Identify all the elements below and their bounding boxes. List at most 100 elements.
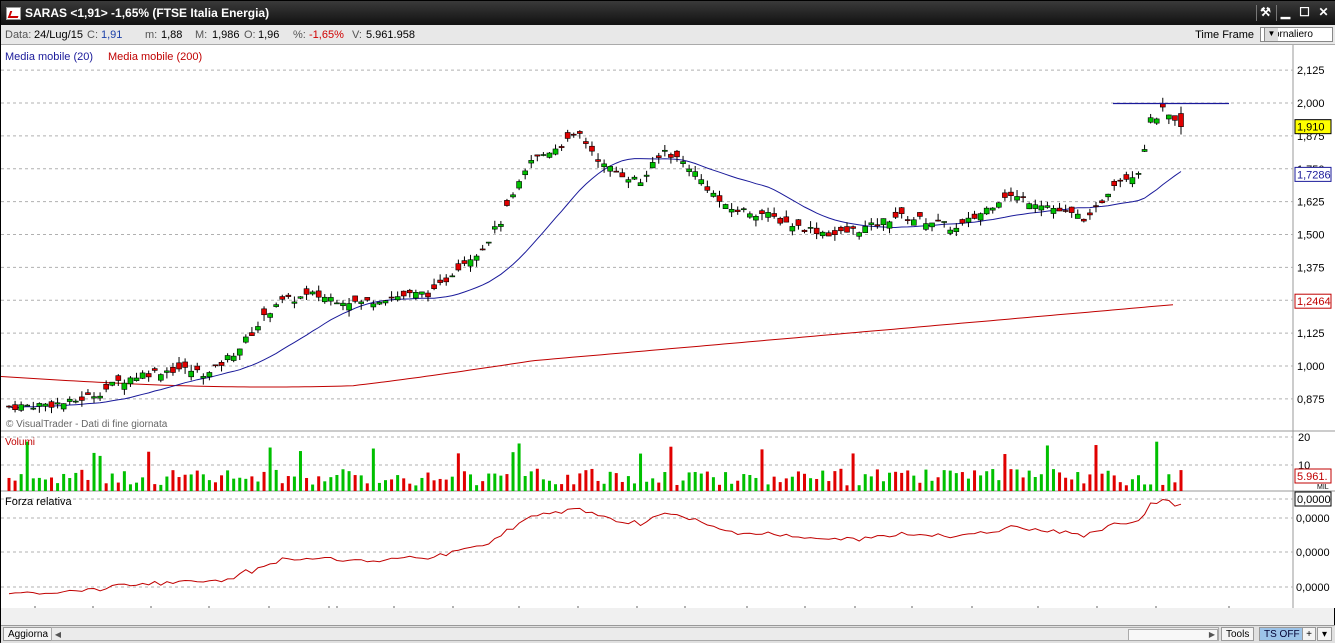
low-value: 1,88	[161, 29, 183, 41]
volume-bar	[657, 482, 661, 491]
volume-bar	[396, 475, 400, 491]
candle-body	[1038, 205, 1045, 211]
volume-bar	[1161, 484, 1165, 491]
candle-body	[747, 213, 753, 218]
candle-body	[291, 301, 298, 304]
volume-bar	[122, 471, 126, 491]
candle-body	[394, 296, 401, 301]
volume-bar	[116, 482, 120, 491]
candle-body	[492, 226, 498, 230]
tools-button[interactable]: Tools	[1221, 627, 1255, 641]
candle-body	[1020, 196, 1026, 198]
ts-off-button[interactable]: TS OFF	[1259, 627, 1305, 641]
candle-body	[1135, 173, 1142, 175]
candle-body	[485, 241, 492, 244]
volume-bar	[912, 475, 916, 491]
candle-body	[965, 217, 972, 223]
volume-bar	[128, 484, 132, 491]
candle-body	[819, 231, 826, 237]
volume-bar	[98, 455, 102, 491]
volume-bar	[578, 473, 582, 491]
volume-bar	[663, 472, 667, 491]
candle-body	[807, 227, 814, 229]
candle-body	[564, 132, 571, 139]
volume-bar	[881, 481, 885, 491]
candle-body	[127, 377, 134, 385]
candle-body	[261, 308, 267, 316]
add-button[interactable]: +	[1302, 627, 1316, 641]
candle-body	[923, 223, 929, 230]
volume-bar	[1118, 482, 1122, 491]
maximize-icon[interactable]: ☐	[1296, 5, 1313, 21]
price-tick-label: 0,875	[1297, 394, 1325, 406]
volume-bar	[560, 484, 564, 491]
volume-bar	[329, 477, 333, 491]
candle-body	[583, 141, 589, 144]
tool-icon[interactable]: ⚒	[1256, 5, 1274, 21]
volume-bar	[1051, 469, 1055, 491]
close-icon[interactable]: ✕	[1315, 5, 1332, 21]
volume-bar	[220, 475, 224, 491]
volume-bar	[705, 471, 709, 491]
candle-body	[546, 152, 553, 158]
candle-body	[1008, 191, 1014, 196]
candle-body	[953, 227, 960, 232]
volume-bar	[748, 474, 752, 491]
refresh-button[interactable]: Aggiorna	[3, 627, 54, 641]
volume-bar	[639, 453, 643, 491]
candle-body	[309, 291, 316, 295]
volume-bar	[256, 481, 260, 491]
bottom-bar: Aggiorna ◀ ▶ Tools TS OFF + ▾	[1, 625, 1335, 643]
scroll-thumb[interactable]	[1128, 629, 1218, 641]
candle-body	[364, 297, 371, 301]
chart-area[interactable]: 2,1252,0001,8751,7501,6251,5001,3751,250…	[0, 45, 1335, 623]
volume-bar	[165, 476, 169, 491]
candle-body	[267, 313, 273, 318]
window-title: SARAS <1,91> -1,65% (FTSE Italia Energia…	[25, 6, 270, 20]
menu-dropdown-button[interactable]: ▾	[1317, 627, 1332, 641]
chevron-down-icon[interactable]: ▼	[1264, 28, 1278, 41]
volume-bar	[790, 476, 794, 491]
candle-body	[285, 294, 292, 297]
volume-bar	[724, 472, 728, 491]
candle-body	[297, 296, 304, 299]
candle-body	[1074, 213, 1081, 219]
scroll-left-icon[interactable]: ◀	[52, 629, 64, 641]
volume-bar	[973, 470, 977, 491]
volume-bar	[699, 473, 703, 491]
candle-body	[273, 304, 279, 307]
volume-bar	[1112, 475, 1116, 491]
volume-bar	[1155, 441, 1159, 491]
volume-bar	[966, 478, 970, 491]
candle-body	[279, 296, 286, 300]
candle-body	[109, 381, 116, 386]
candle-body	[303, 288, 310, 295]
candle-body	[1056, 207, 1063, 212]
volume-bar	[851, 453, 855, 491]
price-tick-label: 1,500	[1297, 230, 1325, 242]
volume-bar	[317, 476, 321, 491]
scroll-right-icon[interactable]: ▶	[1206, 629, 1218, 641]
volume-bar	[56, 483, 60, 491]
candle-body	[783, 216, 790, 223]
timeframe-select[interactable]: Giornaliero ▼	[1260, 27, 1333, 42]
candle-body	[437, 279, 443, 283]
candle-body	[838, 226, 844, 232]
candle-body	[989, 207, 996, 211]
candle-body	[224, 355, 231, 361]
candle-body	[1129, 177, 1136, 185]
volume-bar	[821, 470, 825, 491]
volume-bar	[1094, 445, 1098, 491]
volume-bar	[177, 477, 181, 491]
candle-body	[613, 170, 620, 173]
volume-bar	[602, 483, 606, 491]
volume-bar	[529, 471, 533, 491]
time-scrollbar[interactable]: ◀ ▶	[51, 627, 1219, 641]
candle-body	[886, 221, 893, 229]
date-value: 24/Lug/15	[34, 29, 83, 41]
rs-panel-title: Forza relativa	[5, 496, 73, 508]
candle-body	[315, 290, 322, 298]
candle-body	[619, 172, 626, 178]
candle-body	[771, 213, 777, 217]
minimize-icon[interactable]: ▁	[1276, 5, 1294, 21]
